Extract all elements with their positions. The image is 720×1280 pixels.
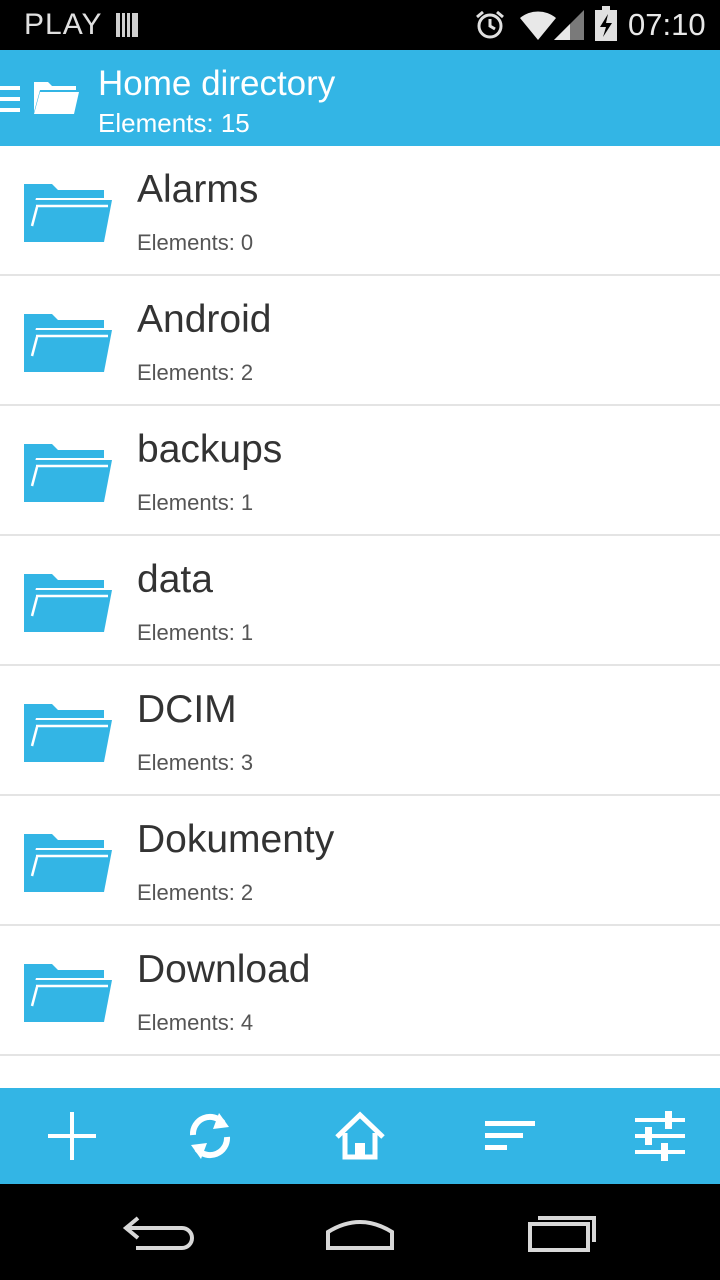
refresh-icon [189,1113,231,1159]
file-count: Elements: 1 [137,490,254,515]
refresh-button[interactable] [138,1088,282,1184]
folder-icon [24,444,112,502]
folder-icon [24,314,112,372]
add-button[interactable] [0,1088,144,1184]
clock-label: 07:10 [628,7,706,42]
settings-button[interactable] [588,1088,720,1184]
file-count: Elements: 1 [137,620,254,645]
alarm-icon [476,10,504,39]
file-name: Dokumenty [137,818,335,861]
folder-icon [24,704,112,762]
file-name: DCIM [137,688,237,731]
list-item[interactable]: data Elements: 1 [0,536,720,666]
recent-apps-button[interactable] [442,1184,682,1280]
list-item[interactable]: backups Elements: 1 [0,406,720,536]
file-name: Android [137,298,272,341]
action-toolbar [0,1088,720,1184]
file-list: Alarms Elements: 0 Android Elements: 2 b… [0,146,720,1088]
file-count: Elements: 3 [137,750,254,775]
drawer-menu-icon[interactable] [0,84,20,114]
app-bar: Home directory Elements: 15 [0,50,720,146]
signal-icon [554,10,584,40]
list-item[interactable]: Alarms Elements: 0 [0,146,720,276]
file-name: backups [137,428,283,471]
settings-sliders-icon [635,1111,685,1161]
folder-icon [34,82,79,114]
folder-icon [24,184,112,242]
sort-button[interactable] [438,1088,582,1184]
back-icon [122,1216,194,1250]
status-bar: PLAY 07:10 [0,0,720,50]
file-count: Elements: 2 [137,880,254,905]
file-count: Elements: 2 [137,360,254,385]
folder-icon [24,574,112,632]
page-title: Home directory [98,64,336,103]
battery-charging-icon [595,6,617,41]
home-nav-icon [326,1220,394,1250]
file-name: data [137,558,213,601]
folder-icon [24,834,112,892]
list-item[interactable]: DCIM Elements: 3 [0,666,720,796]
list-item[interactable]: Dokumenty Elements: 2 [0,796,720,926]
sim-card-icon [116,13,138,37]
carrier-label: PLAY [24,8,103,41]
folder-icon [24,964,112,1022]
navigation-bar [0,1184,720,1280]
file-name: Download [137,948,311,991]
file-name: Alarms [137,168,259,211]
file-manager-screen: PLAY 07:10 Home directory Elements: 15 A… [0,0,720,1280]
home-icon [335,1111,385,1160]
list-item-partial[interactable] [0,1056,720,1088]
home-button[interactable] [288,1088,432,1184]
file-count: Elements: 4 [137,1010,254,1035]
file-count: Elements: 0 [137,230,254,255]
list-item[interactable]: Android Elements: 2 [0,276,720,406]
add-icon [48,1112,96,1160]
recent-apps-icon [528,1216,596,1252]
sort-icon [485,1121,535,1150]
list-item[interactable]: Download Elements: 4 [0,926,720,1056]
page-subtitle: Elements: 15 [98,108,250,138]
